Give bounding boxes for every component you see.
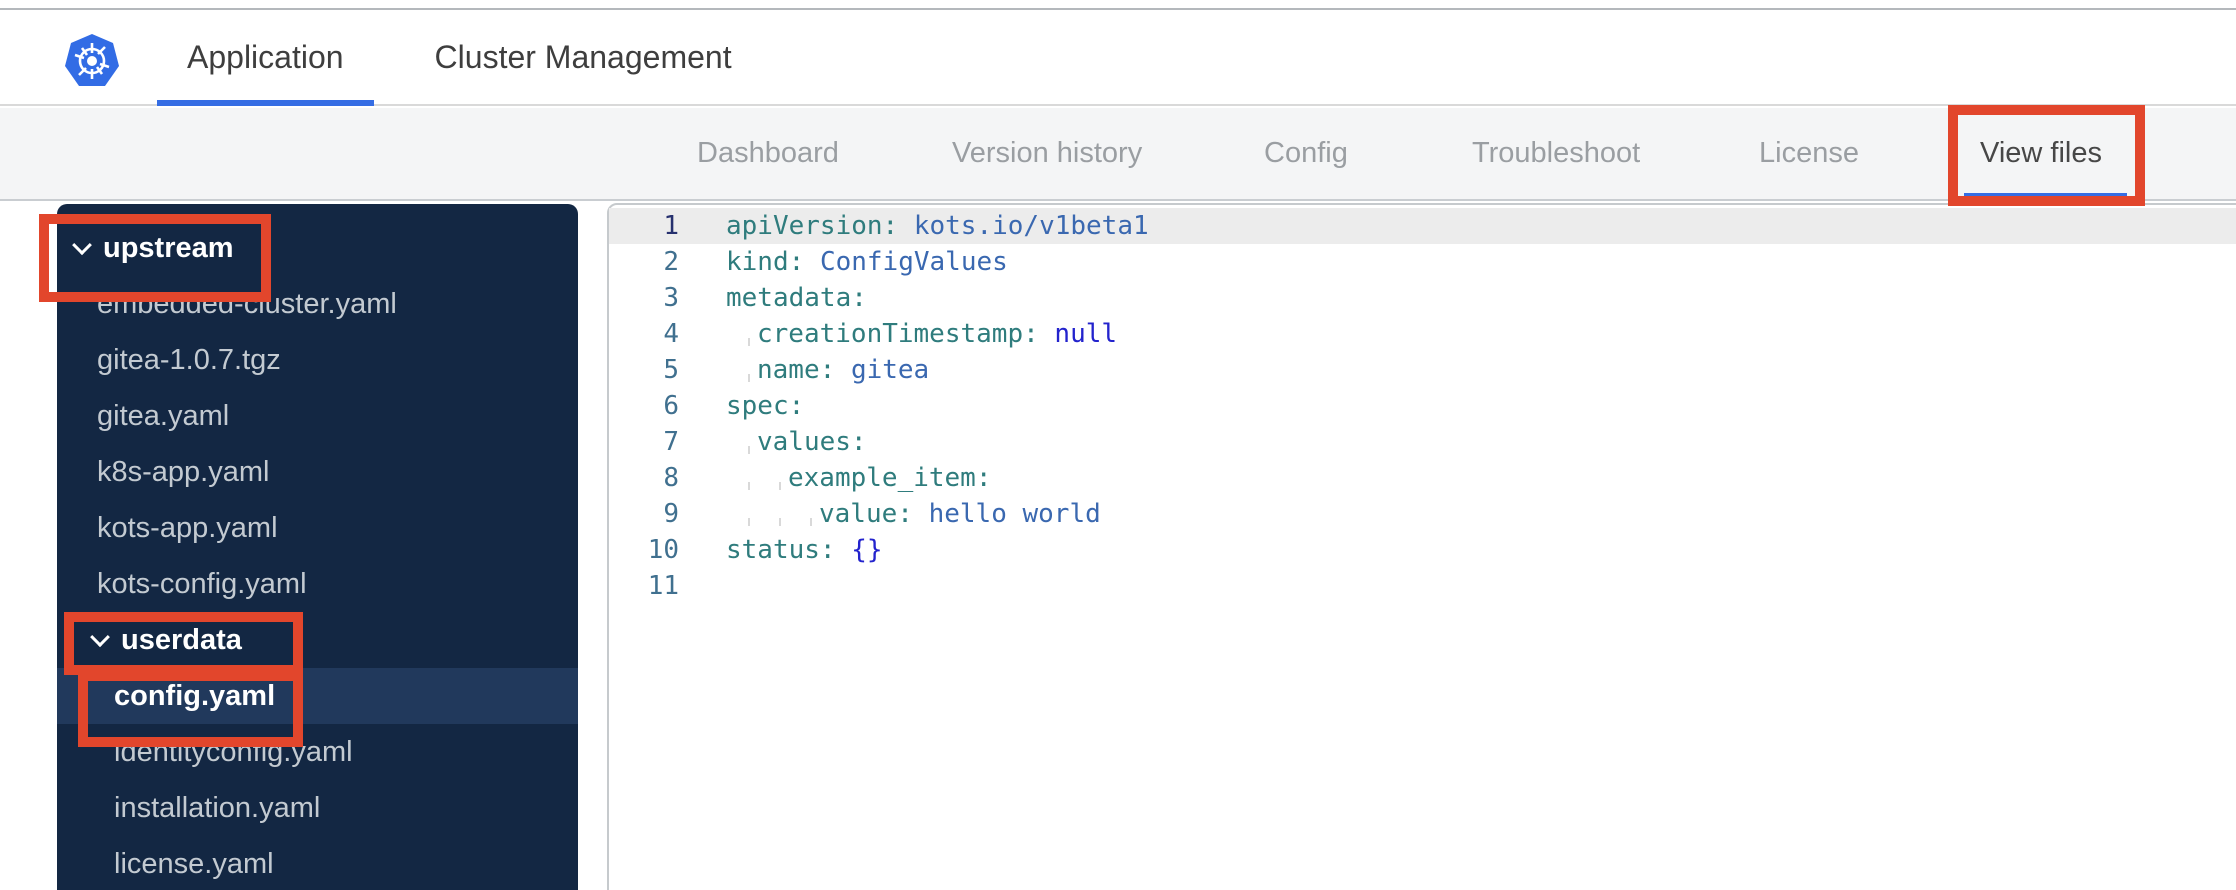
tree-item-label: gitea-1.0.7.tgz xyxy=(97,343,281,376)
tree-item-label: config.yaml xyxy=(114,679,276,712)
code-line-text: creationTimestamp: null xyxy=(726,316,1117,352)
tree-file-identityconfig-yaml[interactable]: identityconfig.yaml xyxy=(57,724,578,780)
tree-item-label: identityconfig.yaml xyxy=(114,735,353,768)
view-files-active-underline xyxy=(1964,193,2127,199)
tree-item-label: gitea.yaml xyxy=(97,399,230,432)
code-line-5: 5 name: gitea xyxy=(609,352,2236,388)
code-line-text: values: xyxy=(726,424,867,460)
tree-file-gitea-1-0-7-tgz[interactable]: gitea-1.0.7.tgz xyxy=(57,332,578,388)
code-line-text: value: hello world xyxy=(726,496,1101,532)
code-line-11: 11 xyxy=(609,568,2236,604)
tree-file-kots-app-yaml[interactable]: kots-app.yaml xyxy=(57,500,578,556)
token-key: value: xyxy=(819,499,913,529)
token-key: example_item: xyxy=(788,463,992,493)
code-line-7: 7 values: xyxy=(609,424,2236,460)
top-tabs: Application Cluster Management xyxy=(157,10,762,106)
line-number: 3 xyxy=(663,283,679,313)
tree-file-k8s-app-yaml[interactable]: k8s-app.yaml xyxy=(57,444,578,500)
tree-item-label: kots-app.yaml xyxy=(97,511,278,544)
code-line-text: metadata: xyxy=(726,280,867,316)
tree-file-kots-config-yaml[interactable]: kots-config.yaml xyxy=(57,556,578,612)
code-line-8: 8 example_item: xyxy=(609,460,2236,496)
token-val: kots.io/v1beta1 xyxy=(913,211,1149,241)
tree-file-embedded-cluster-yaml[interactable]: embedded-cluster.yaml xyxy=(57,276,578,332)
code-line-9: 9 value: hello world xyxy=(609,496,2236,532)
token-key: values: xyxy=(757,427,867,457)
app-header: Application Cluster Management xyxy=(0,10,2236,106)
code-line-1: 1 apiVersion: kots.io/v1beta1 xyxy=(609,208,2236,244)
line-number: 10 xyxy=(647,535,679,565)
kubernetes-logo-icon xyxy=(63,33,121,93)
tree-item-label: kots-config.yaml xyxy=(97,567,307,600)
code-line-10: 10 status: {} xyxy=(609,532,2236,568)
nav-item-license[interactable]: License xyxy=(1759,108,1859,199)
tree-item-label: license.yaml xyxy=(114,847,274,880)
line-number: 7 xyxy=(663,427,679,457)
kots-admin-console: Application Cluster Management Dashboard… xyxy=(0,0,2236,890)
code-line-4: 4 creationTimestamp: null xyxy=(609,316,2236,352)
line-number: 1 xyxy=(663,211,679,241)
code-line-text: example_item: xyxy=(726,460,992,496)
token-key: spec: xyxy=(726,391,805,421)
token-val: gitea xyxy=(850,355,930,385)
code-line-6: 6 spec: xyxy=(609,388,2236,424)
line-number: 8 xyxy=(663,463,679,493)
token-val: hello world xyxy=(928,499,1101,529)
code-line-text: spec: xyxy=(726,388,804,424)
tree-file-gitea-yaml[interactable]: gitea.yaml xyxy=(57,388,578,444)
code-line-text: status: {} xyxy=(726,532,883,568)
code-line-text: kind: ConfigValues xyxy=(726,244,1008,280)
nav-item-config[interactable]: Config xyxy=(1264,108,1348,199)
line-number: 11 xyxy=(647,571,679,601)
code-line-2: 2 kind: ConfigValues xyxy=(609,244,2236,280)
chevron-down-icon xyxy=(72,235,92,256)
file-tree-sidebar: upstream embedded-cluster.yaml gitea-1.0.7… xyxy=(57,204,578,890)
line-number: 9 xyxy=(663,499,679,529)
code-line-text: apiVersion: kots.io/v1beta1 xyxy=(726,208,1149,244)
tree-file-installation-yaml[interactable]: installation.yaml xyxy=(57,780,578,836)
token-key: kind: xyxy=(726,247,805,277)
tree-item-label: embedded-cluster.yaml xyxy=(97,287,397,320)
tab-cluster-management[interactable]: Cluster Management xyxy=(405,10,762,104)
token-key: metadata: xyxy=(726,283,867,313)
token-key: creationTimestamp: xyxy=(757,319,1039,349)
tree-file-config-yaml[interactable]: config.yaml xyxy=(57,668,578,724)
nav-item-version-history[interactable]: Version history xyxy=(952,108,1142,199)
tree-item-label: upstream xyxy=(103,231,234,264)
chevron-down-icon xyxy=(90,627,110,648)
token-kw: null xyxy=(1054,319,1118,349)
nav-item-troubleshoot[interactable]: Troubleshoot xyxy=(1472,108,1640,199)
nav-item-dashboard[interactable]: Dashboard xyxy=(697,108,839,199)
tree-file-license-yaml[interactable]: license.yaml xyxy=(57,836,578,890)
token-kw: {} xyxy=(851,535,883,565)
token-val: ConfigValues xyxy=(819,247,1008,277)
app-nav: Dashboard Version history Config Troublesho… xyxy=(0,108,2236,201)
line-number: 6 xyxy=(663,391,679,421)
nav-item-view-files[interactable]: View files xyxy=(1980,108,2102,199)
tree-folder-userdata[interactable]: userdata xyxy=(57,612,578,668)
tree-folder-upstream[interactable]: upstream xyxy=(57,220,578,276)
code-line-3: 3 metadata: xyxy=(609,280,2236,316)
line-number: 2 xyxy=(663,247,679,277)
yaml-code-viewer[interactable]: 1 apiVersion: kots.io/v1beta1 2 kind: Confi… xyxy=(607,203,2236,890)
token-key: name: xyxy=(757,355,836,385)
tab-application[interactable]: Application xyxy=(157,10,374,106)
line-number: 5 xyxy=(663,355,679,385)
tree-item-label: userdata xyxy=(121,623,242,656)
token-key: apiVersion: xyxy=(726,211,899,241)
line-number: 4 xyxy=(663,319,679,349)
tree-item-label: installation.yaml xyxy=(114,791,321,824)
token-key: status: xyxy=(726,535,836,565)
code-line-text: name: gitea xyxy=(726,352,929,388)
tree-item-label: k8s-app.yaml xyxy=(97,455,270,488)
